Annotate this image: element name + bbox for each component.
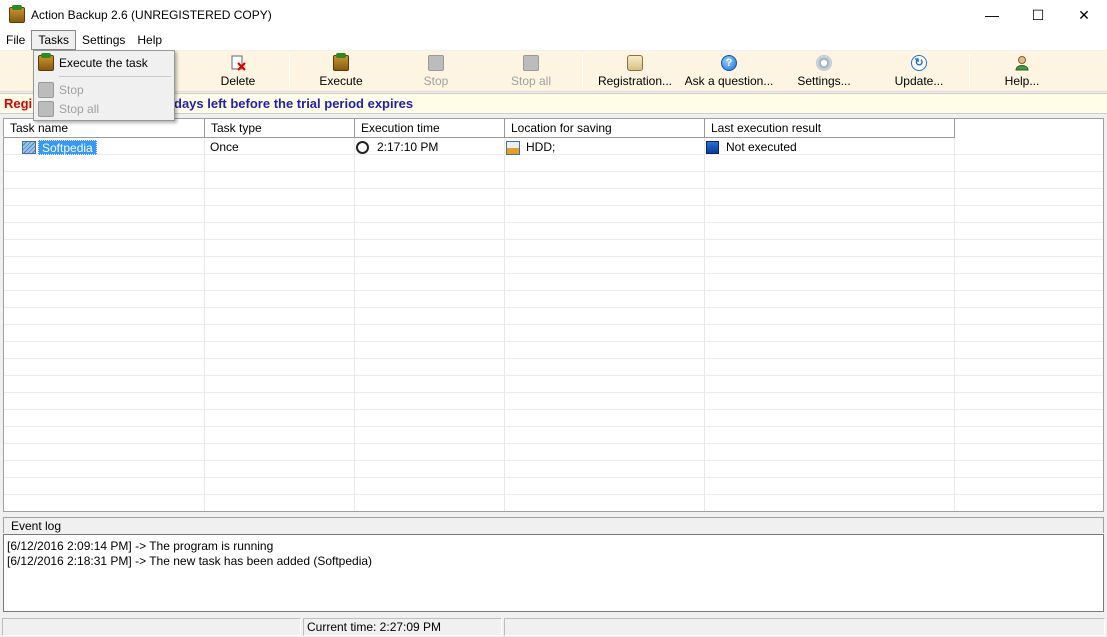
settings-label: Settings... [797, 74, 851, 88]
event-log-panel: Event log [6/12/2016 2:09:14 PM] -> The … [3, 517, 1104, 614]
stop-all-button[interactable]: Stop all [505, 51, 557, 92]
status-bar: Current time: 2:27:09 PM [0, 617, 1107, 637]
grid-column-line [354, 138, 355, 511]
column-header-location[interactable]: Location for saving [505, 119, 705, 138]
column-header-execution-time[interactable]: Execution time [355, 119, 505, 138]
help-label: Help... [1004, 74, 1040, 88]
task-grid[interactable]: Task name Task type Execution time Locat… [3, 118, 1104, 512]
location-cell: HDD; [506, 139, 555, 156]
update-button[interactable]: ↻ Update... [892, 51, 946, 92]
location-text: HDD; [526, 140, 556, 154]
execute-task-icon [38, 53, 54, 71]
close-button[interactable]: ✕ [1061, 0, 1107, 30]
execute-button[interactable]: Execute [310, 51, 372, 92]
tasks-dropdown-menu: Execute the task Stop Stop all [33, 50, 175, 121]
hdd-icon [506, 140, 520, 155]
grid-column-line [504, 138, 505, 511]
execution-time: 2:17:10 PM [377, 140, 439, 154]
app-icon [9, 5, 25, 23]
stop-label: Stop [59, 83, 84, 97]
result-cell: Not executed [706, 139, 797, 156]
window-title: Action Backup 2.6 (UNREGISTERED COPY) [31, 8, 272, 22]
menu-item-stop[interactable]: Stop [36, 80, 172, 100]
stop-label: Stop [423, 74, 449, 88]
help-button[interactable]: Help... [1001, 51, 1043, 92]
toolbar-separator [289, 54, 290, 88]
toolbar-separator [582, 54, 583, 88]
column-header-task-type[interactable]: Task type [205, 119, 355, 138]
column-header-task-name[interactable]: Task name [4, 119, 205, 138]
stop-button[interactable]: Stop [413, 51, 459, 92]
task-icon [22, 141, 36, 154]
maximize-button[interactable]: ☐ [1015, 0, 1061, 30]
registration-icon [627, 55, 643, 71]
grid-column-line [954, 138, 955, 511]
menu-item-stop-all[interactable]: Stop all [36, 99, 172, 119]
window-controls: — ☐ ✕ [969, 0, 1107, 30]
current-time-status: Current time: 2:27:09 PM [303, 618, 502, 636]
execute-icon [333, 53, 349, 71]
ask-question-label: Ask a question... [684, 74, 774, 88]
stop-all-label: Stop all [510, 74, 552, 88]
status-panel-right [504, 618, 1105, 636]
toolbar-separator [969, 54, 970, 88]
question-icon: ? [721, 55, 737, 71]
stop-all-icon [523, 55, 539, 71]
result-text: Not executed [726, 140, 797, 154]
task-name: Softpedia [38, 140, 97, 155]
task-name-cell[interactable]: Softpedia [22, 139, 97, 156]
stop-all-label: Stop all [59, 102, 100, 116]
menu-settings[interactable]: Settings [76, 30, 131, 50]
execution-time-cell: 2:17:10 PM [356, 139, 438, 156]
column-header-last-result[interactable]: Last execution result [705, 119, 955, 138]
menu-item-execute-task[interactable]: Execute the task [36, 53, 172, 73]
execute-label: Execute [319, 74, 363, 88]
minimize-button[interactable]: — [969, 0, 1015, 30]
update-icon: ↻ [911, 55, 927, 71]
grid-lines [4, 138, 1103, 511]
menu-bar: File Tasks Settings Help [0, 30, 1107, 50]
delete-task-icon [230, 55, 246, 71]
table-row[interactable]: Softpedia Once 2:17:10 PM HDD; Not execu… [4, 139, 1103, 156]
delete-label: Delete [220, 74, 256, 88]
status-panel-left [2, 618, 301, 636]
title-bar: Action Backup 2.6 (UNREGISTERED COPY) — … [0, 0, 1107, 30]
event-log-title: Event log [3, 517, 1104, 533]
delete-button[interactable]: Delete [212, 51, 264, 92]
ask-question-button[interactable]: ? Ask a question... [684, 51, 774, 92]
gear-icon [816, 55, 832, 71]
help-user-icon [1014, 55, 1030, 71]
trial-days-notice: days left before the trial period expire… [174, 96, 414, 111]
update-label: Update... [894, 74, 944, 88]
clock-icon [356, 141, 369, 154]
stop-all-icon [38, 101, 54, 117]
log-entry: [6/12/2016 2:18:31 PM] -> The new task h… [7, 554, 373, 568]
event-log-list[interactable]: [6/12/2016 2:09:14 PM] -> The program is… [3, 534, 1104, 612]
log-entry: [6/12/2016 2:09:14 PM] -> The program is… [7, 539, 274, 553]
registration-label: Registration... [597, 74, 673, 88]
registration-button[interactable]: Registration... [596, 51, 674, 92]
grid-column-line [704, 138, 705, 511]
stop-icon [428, 55, 444, 71]
stop-icon [38, 82, 54, 98]
settings-button[interactable]: Settings... [796, 51, 852, 92]
grid-column-line [204, 138, 205, 511]
menu-file[interactable]: File [0, 30, 31, 50]
grid-header: Task name Task type Execution time Locat… [4, 119, 955, 138]
execute-task-label: Execute the task [59, 56, 148, 70]
registration-notice[interactable]: Regi [4, 96, 32, 111]
menu-help[interactable]: Help [131, 30, 168, 50]
menu-tasks[interactable]: Tasks [31, 30, 77, 50]
status-square-icon [706, 141, 719, 154]
menu-separator [59, 76, 171, 77]
task-type-cell: Once [210, 140, 239, 154]
